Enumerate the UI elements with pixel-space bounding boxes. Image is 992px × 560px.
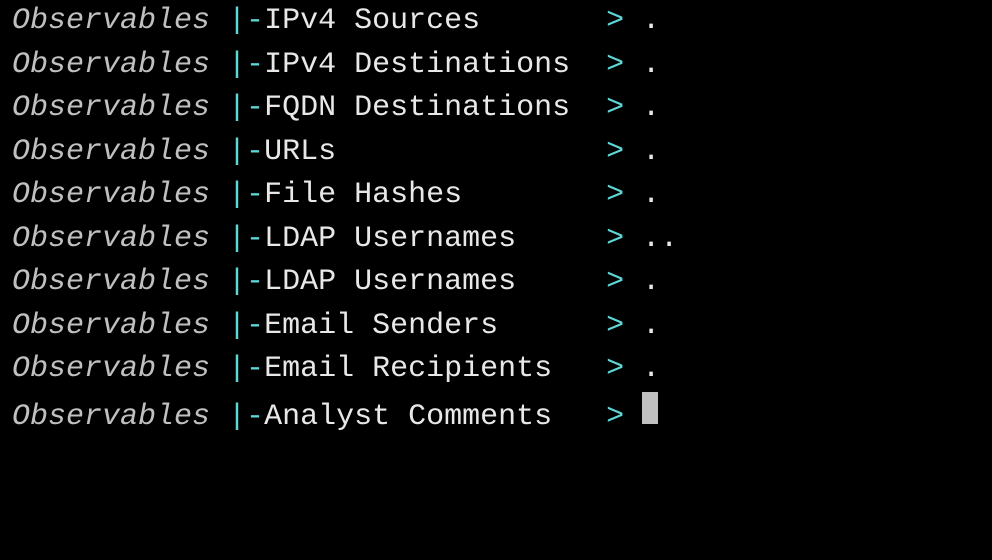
category-label: Observables	[12, 305, 210, 349]
arrow-icon: >	[606, 174, 642, 218]
arrow-icon: >	[606, 218, 642, 262]
input-value[interactable]: ..	[642, 218, 678, 262]
field-name: Email Senders	[264, 305, 606, 349]
category-label: Observables	[12, 348, 210, 392]
prompt-line[interactable]: Observables |-FQDN Destinations > .	[12, 87, 980, 131]
terminal-output: Observables |-IPv4 Sources > . Observabl…	[0, 0, 992, 439]
pipe-dash: |-	[210, 218, 264, 262]
input-value[interactable]: .	[642, 174, 660, 218]
category-label: Observables	[12, 174, 210, 218]
field-name: IPv4 Sources	[264, 0, 606, 44]
pipe-dash: |-	[210, 174, 264, 218]
input-value[interactable]: .	[642, 131, 660, 175]
category-label: Observables	[12, 261, 210, 305]
arrow-icon: >	[606, 87, 642, 131]
category-label: Observables	[12, 131, 210, 175]
prompt-line[interactable]: Observables |-URLs > .	[12, 131, 980, 175]
arrow-icon: >	[606, 348, 642, 392]
input-value[interactable]: .	[642, 87, 660, 131]
prompt-line[interactable]: Observables |-Email Senders > .	[12, 305, 980, 349]
input-value[interactable]: .	[642, 261, 660, 305]
prompt-line[interactable]: Observables |-LDAP Usernames > .	[12, 261, 980, 305]
arrow-icon: >	[606, 305, 642, 349]
pipe-dash: |-	[210, 44, 264, 88]
field-name: FQDN Destinations	[264, 87, 606, 131]
prompt-line[interactable]: Observables |-IPv4 Destinations > .	[12, 44, 980, 88]
pipe-dash: |-	[210, 131, 264, 175]
arrow-icon: >	[606, 44, 642, 88]
input-value[interactable]: .	[642, 0, 660, 44]
input-value[interactable]: .	[642, 44, 660, 88]
field-name: URLs	[264, 131, 606, 175]
category-label: Observables	[12, 0, 210, 44]
category-label: Observables	[12, 396, 210, 440]
category-label: Observables	[12, 218, 210, 262]
prompt-line[interactable]: Observables |-File Hashes > .	[12, 174, 980, 218]
prompt-line[interactable]: Observables |-Email Recipients > .	[12, 348, 980, 392]
prompt-line[interactable]: Observables |-LDAP Usernames > ..	[12, 218, 980, 262]
input-value[interactable]: .	[642, 305, 660, 349]
arrow-icon: >	[606, 131, 642, 175]
category-label: Observables	[12, 44, 210, 88]
field-name: File Hashes	[264, 174, 606, 218]
arrow-icon: >	[606, 261, 642, 305]
field-name: LDAP Usernames	[264, 261, 606, 305]
pipe-dash: |-	[210, 348, 264, 392]
field-name: IPv4 Destinations	[264, 44, 606, 88]
pipe-dash: |-	[210, 305, 264, 349]
pipe-dash: |-	[210, 396, 264, 440]
terminal-cursor	[642, 392, 658, 424]
prompt-line[interactable]: Observables |-Analyst Comments >	[12, 392, 980, 440]
field-name: LDAP Usernames	[264, 218, 606, 262]
pipe-dash: |-	[210, 261, 264, 305]
input-value[interactable]: .	[642, 348, 660, 392]
field-name: Analyst Comments	[264, 396, 606, 440]
pipe-dash: |-	[210, 0, 264, 44]
arrow-icon: >	[606, 396, 642, 440]
prompt-line[interactable]: Observables |-IPv4 Sources > .	[12, 0, 980, 44]
field-name: Email Recipients	[264, 348, 606, 392]
pipe-dash: |-	[210, 87, 264, 131]
category-label: Observables	[12, 87, 210, 131]
arrow-icon: >	[606, 0, 642, 44]
